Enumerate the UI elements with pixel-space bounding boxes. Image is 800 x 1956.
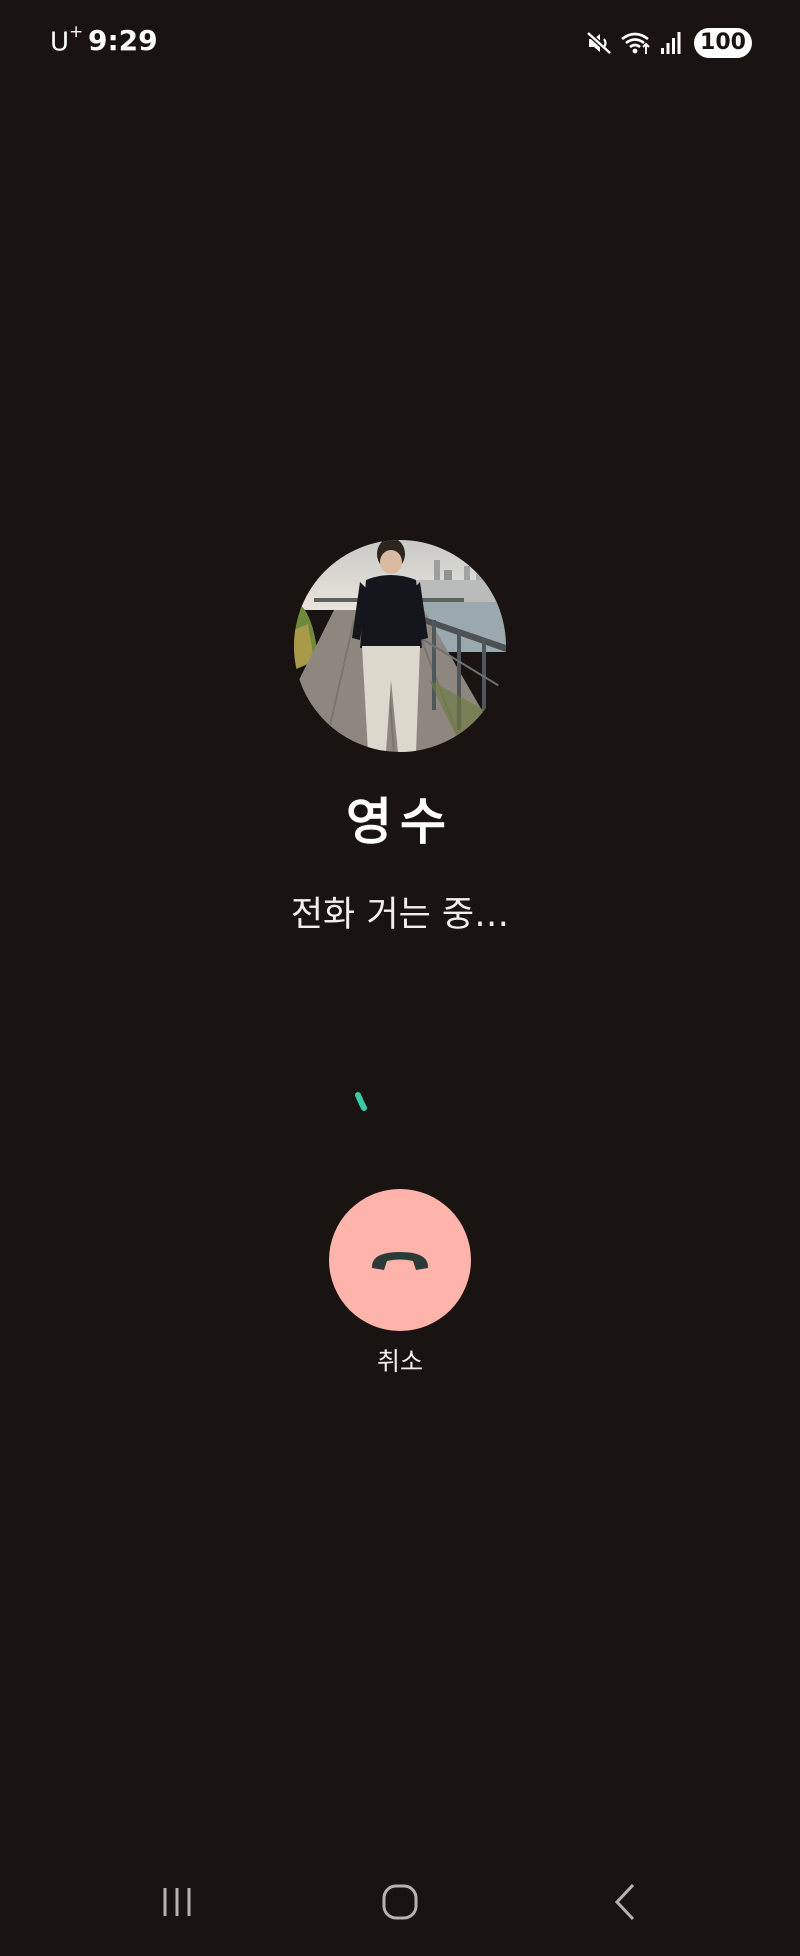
battery-icon: 100 bbox=[694, 28, 752, 58]
navigation-bar bbox=[0, 1862, 800, 1942]
mute-icon bbox=[586, 31, 612, 55]
home-icon bbox=[382, 1884, 418, 1920]
back-icon bbox=[614, 1883, 635, 1921]
carrier-name: U bbox=[50, 27, 70, 58]
status-time: 9:29 bbox=[88, 24, 158, 57]
contact-avatar bbox=[294, 540, 506, 752]
status-icons: 100 bbox=[578, 26, 752, 60]
signal-icon bbox=[661, 32, 681, 54]
home-button[interactable] bbox=[340, 1862, 460, 1942]
recent-apps-button[interactable] bbox=[117, 1862, 237, 1942]
wifi-icon bbox=[621, 32, 650, 54]
loading-spinner-icon bbox=[355, 1092, 367, 1111]
status-bar: U+ 9:29 100 bbox=[0, 0, 800, 84]
recent-apps-icon bbox=[163, 1888, 191, 1916]
call-status: 전화 거는 중… bbox=[290, 895, 510, 935]
carrier-superscript: + bbox=[69, 22, 84, 42]
end-call-button[interactable] bbox=[329, 1189, 471, 1331]
contact-name: 영수 bbox=[346, 793, 454, 851]
avatar-photo bbox=[294, 540, 506, 752]
back-button[interactable] bbox=[565, 1862, 685, 1942]
carrier-label: U+ bbox=[50, 22, 83, 58]
end-call-label: 취소 bbox=[376, 1347, 423, 1376]
end-call-icon bbox=[371, 1252, 429, 1270]
